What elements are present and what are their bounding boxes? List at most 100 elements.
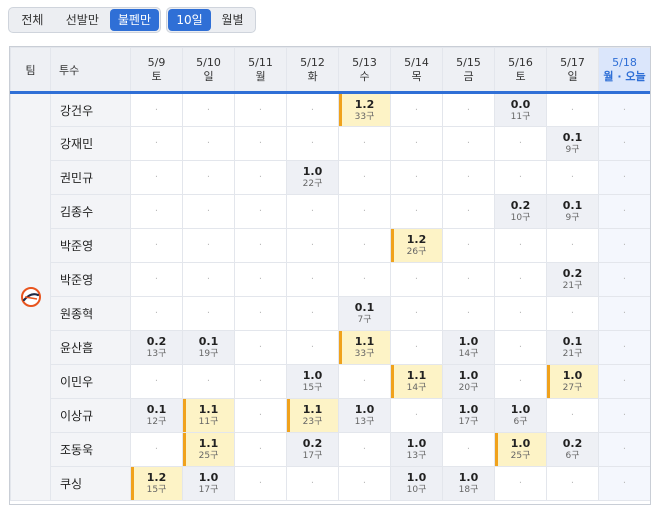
appearance-cell: 0.1 19구 — [182, 330, 235, 365]
innings-pitched: 0.0 — [510, 97, 531, 111]
empty-cell: · — [130, 92, 183, 127]
empty-cell: · — [598, 160, 650, 195]
empty-cell: · — [442, 126, 495, 161]
innings-pitched: 0.2 — [146, 335, 167, 348]
innings-pitched: 0.2 — [510, 199, 531, 212]
empty-cell: · — [546, 228, 599, 263]
day-date: 5/12 — [300, 55, 325, 69]
appearance-cell: 0.1 9구 — [546, 126, 599, 161]
appearance-cell: 1.0 10구 — [390, 466, 443, 501]
empty-cell: · — [130, 296, 183, 331]
day-weekday: 수 — [359, 69, 370, 83]
pitch-count: 14구 — [406, 383, 427, 393]
day-weekday: 월 · 오늘 — [603, 69, 646, 83]
empty-cell: · — [182, 228, 235, 263]
pitcher-name[interactable]: 박준영 — [50, 228, 131, 263]
innings-pitched: 0.1 — [198, 335, 219, 348]
table-row: 쿠싱 1.2 15구 1.0 17구 · · · 1.0 10구 1.0 18구 · · · — [11, 466, 650, 501]
day-header-3: 5/11 월 — [234, 47, 287, 94]
day-weekday: 토 — [151, 69, 162, 83]
empty-cell: · — [130, 228, 183, 263]
appearance-cell-heavy: 1.2 33구 — [338, 92, 391, 127]
empty-cell: · — [546, 466, 599, 501]
empty-cell: · — [130, 364, 183, 399]
innings-pitched: 1.0 — [510, 437, 531, 450]
role-filter-tab-2[interactable]: 선발만 — [55, 9, 110, 31]
appearance-cell: 0.2 17구 — [286, 432, 339, 467]
empty-cell: · — [234, 160, 287, 195]
day-header-1: 5/9 토 — [130, 47, 183, 94]
empty-cell: · — [286, 262, 339, 297]
innings-pitched: 1.1 — [198, 437, 219, 450]
pitch-count: 7구 — [357, 315, 372, 325]
innings-pitched: 1.0 — [302, 369, 323, 382]
empty-cell: · — [598, 228, 650, 263]
empty-cell: · — [598, 398, 650, 433]
innings-pitched: 1.1 — [406, 369, 427, 382]
innings-pitched: 1.0 — [510, 403, 531, 416]
day-weekday: 토 — [515, 69, 526, 83]
innings-pitched: 0.2 — [302, 437, 323, 450]
pitcher-name[interactable]: 윤산흠 — [50, 330, 131, 365]
pitcher-name[interactable]: 쿠싱 — [50, 466, 131, 501]
pitcher-name[interactable]: 이상규 — [50, 398, 131, 433]
table-row: 윤산흠 0.2 13구 0.1 19구 · · 1.1 33구 · 1.0 14구 · 0.1 21구 · — [11, 330, 650, 365]
pitch-count: 18구 — [458, 485, 479, 495]
appearance-cell-heavy: 1.1 33구 — [338, 330, 391, 365]
appearance-cell: 0.2 21구 — [546, 262, 599, 297]
pitcher-name[interactable]: 원종혁 — [50, 296, 131, 331]
empty-cell: · — [182, 92, 235, 127]
empty-cell: · — [234, 126, 287, 161]
pitcher-name[interactable]: 박준영 — [50, 262, 131, 297]
table-row: 조동욱 · 1.1 25구 · 0.2 17구 · 1.0 13구 · 1.0 25구 0.2 6구 · — [11, 432, 650, 467]
appearance-cell-heavy: 1.2 26구 — [390, 228, 443, 263]
appearance-cell: 0.2 10구 — [494, 194, 547, 229]
table-row: 이민우 · · · 1.0 15구 · 1.1 14구 1.0 20구 · 1.0 27구 · — [11, 364, 650, 399]
pitch-count: 12구 — [146, 417, 167, 427]
empty-cell: · — [390, 126, 443, 161]
pitcher-name[interactable]: 권민규 — [50, 160, 131, 195]
role-filter-group: 전체 선발만 불펜만 — [8, 7, 161, 33]
pitch-count: 6구 — [565, 451, 580, 461]
empty-cell: · — [598, 194, 650, 229]
empty-cell: · — [234, 364, 287, 399]
empty-cell: · — [442, 262, 495, 297]
period-tab-2[interactable]: 월별 — [211, 9, 254, 31]
pitcher-name[interactable]: 이민우 — [50, 364, 131, 399]
innings-pitched: 1.0 — [562, 369, 583, 382]
pitch-count: 17구 — [458, 417, 479, 427]
pitcher-name[interactable]: 강건우 — [50, 92, 131, 127]
empty-cell: · — [390, 194, 443, 229]
pitcher-name[interactable]: 강재민 — [50, 126, 131, 161]
empty-cell: · — [338, 262, 391, 297]
pitch-count: 13구 — [406, 451, 427, 461]
bullpen-usage-table: 팀 투수 5/9 토 5/10 일 5/11 월 5/12 화 5/13 수 5/14 목 5/15 금 5… — [10, 47, 650, 501]
innings-pitched: 0.2 — [562, 437, 583, 450]
innings-pitched: 1.0 — [458, 369, 479, 382]
empty-cell: · — [390, 160, 443, 195]
empty-cell: · — [182, 364, 235, 399]
pitcher-name[interactable]: 조동욱 — [50, 432, 131, 467]
empty-cell: · — [234, 228, 287, 263]
empty-cell: · — [494, 262, 547, 297]
table-row: 권민규 · · · 1.0 22구 · · · · · · — [11, 160, 650, 195]
empty-cell: · — [234, 92, 287, 127]
day-header-8: 5/16 토 — [494, 47, 547, 94]
role-filter-tab-3[interactable]: 불펜만 — [109, 9, 159, 31]
pitch-count: 10구 — [510, 213, 531, 223]
innings-pitched: 1.0 — [406, 471, 427, 484]
appearance-cell-heavy: 1.0 25구 — [494, 432, 547, 467]
appearance-cell: 0.0 11구 — [494, 92, 547, 127]
empty-cell: · — [494, 466, 547, 501]
empty-cell: · — [130, 160, 183, 195]
role-filter-tab-1[interactable]: 전체 — [10, 9, 55, 31]
day-date: 5/15 — [456, 55, 481, 69]
appearance-cell: 0.1 21구 — [546, 330, 599, 365]
pitch-count: 20구 — [458, 383, 479, 393]
empty-cell: · — [598, 466, 650, 501]
team-cell — [10, 92, 51, 501]
day-date: 5/17 — [560, 55, 585, 69]
empty-cell: · — [130, 262, 183, 297]
period-tab-1[interactable]: 10일 — [168, 9, 211, 31]
pitcher-name[interactable]: 김종수 — [50, 194, 131, 229]
